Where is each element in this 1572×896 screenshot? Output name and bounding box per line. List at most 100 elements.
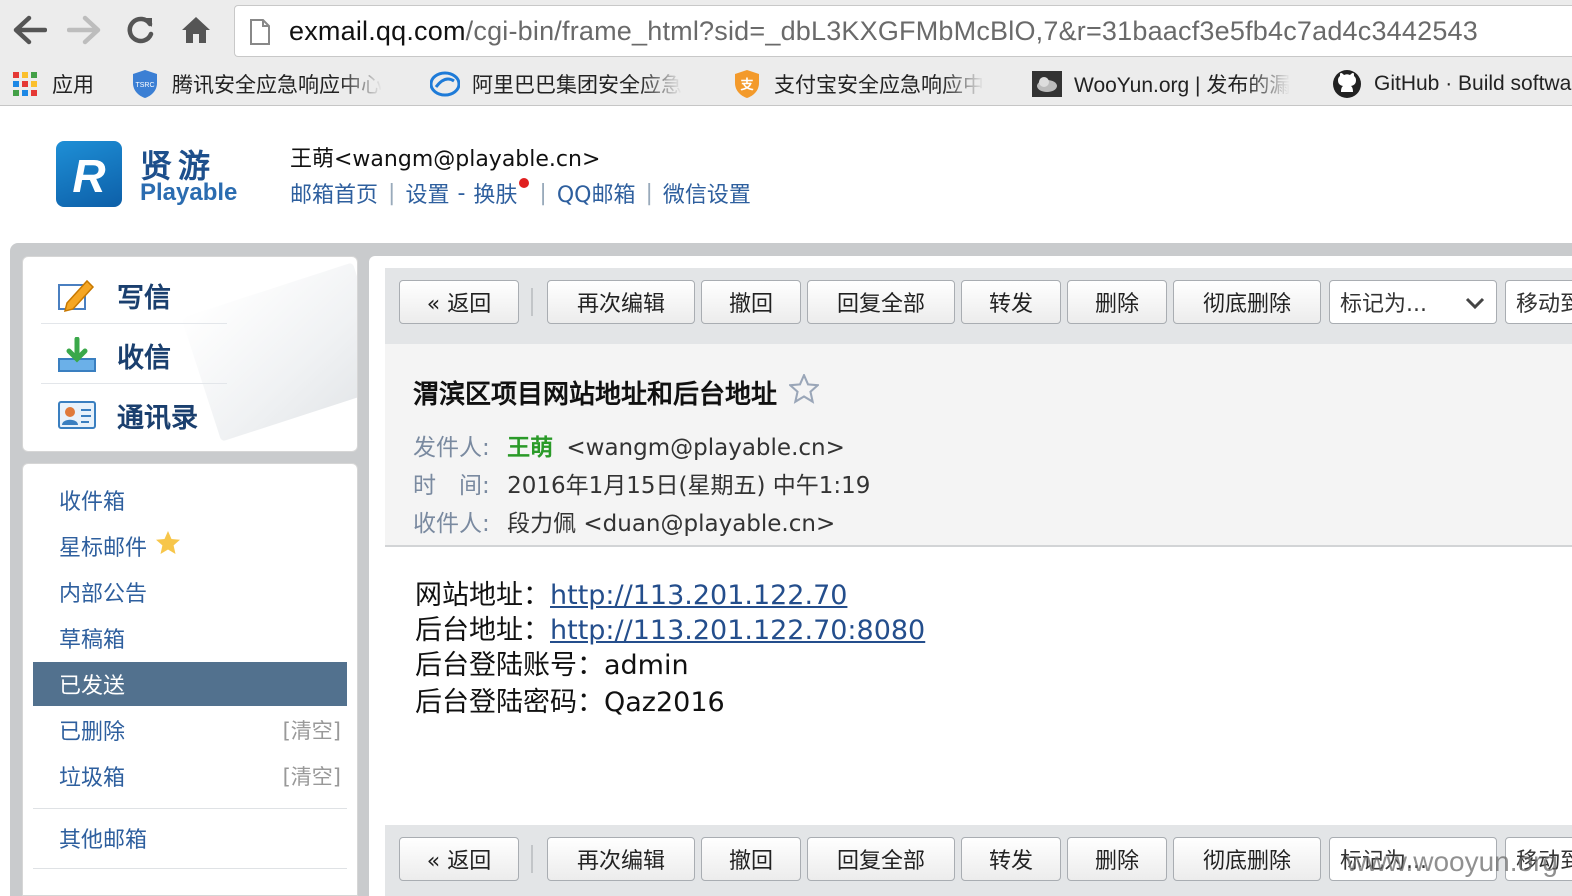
svg-text:TSRC: TSRC: [135, 82, 154, 89]
bookmark-label: 应用: [52, 74, 94, 97]
mailbox-home-link[interactable]: 邮箱首页: [290, 177, 378, 209]
recall-button[interactable]: 撤回: [701, 837, 801, 881]
bookmark-label: GitHub · Build software: [1374, 72, 1572, 95]
header-nav: 邮箱首页 | 设置 - 换肤 | QQ邮箱 | 微信设置: [290, 177, 751, 209]
folder-drafts[interactable]: 草稿箱: [33, 616, 347, 660]
bookmark-wooyun[interactable]: WooYun.org | 发布的漏: [1032, 68, 1306, 100]
admin-account: admin: [604, 650, 689, 681]
inbox-download-icon: [57, 335, 97, 375]
time-row: 时 间: 2016年1月15日(星期五) 中午1:19: [413, 466, 870, 500]
folder-other-mailboxes[interactable]: 其他邮箱: [33, 816, 347, 860]
settings-link[interactable]: 设置: [405, 177, 449, 209]
divider: [41, 383, 227, 384]
website-link[interactable]: http://113.201.122.70: [550, 580, 847, 611]
divider: [33, 808, 347, 809]
divider: [41, 323, 227, 324]
empty-deleted-link[interactable]: [清空]: [283, 715, 341, 745]
bookmark-alibaba[interactable]: 阿里巴巴集团安全应急: [430, 68, 702, 100]
alipay-shield-icon: 支: [732, 69, 762, 99]
body-line: 后台地址：http://113.201.122.70:8080: [415, 615, 926, 646]
edit-again-button[interactable]: 再次编辑: [547, 280, 695, 324]
delete-button[interactable]: 删除: [1067, 837, 1167, 881]
body-line: 后台登陆账号：admin: [415, 650, 689, 681]
notification-dot-icon: [519, 178, 530, 188]
contacts-button[interactable]: 通讯录: [57, 389, 198, 441]
from-label: 发件人:: [413, 435, 490, 461]
wechat-settings-link[interactable]: 微信设置: [663, 177, 751, 209]
move-to-select[interactable]: 移动到: [1505, 280, 1572, 324]
recall-button[interactable]: 撤回: [701, 280, 801, 324]
receive-button[interactable]: 收信: [57, 329, 171, 381]
separator: |: [539, 180, 547, 206]
time-label: 时 间:: [413, 473, 490, 499]
empty-spam-link[interactable]: [清空]: [283, 761, 341, 791]
from-name[interactable]: 王萌: [507, 435, 553, 461]
admin-password: Qaz2016: [604, 687, 725, 718]
alibaba-icon: [430, 69, 460, 99]
delete-button[interactable]: 删除: [1067, 280, 1167, 324]
dash-separator: -: [457, 180, 466, 206]
apps-grid-icon: [10, 69, 40, 99]
separator: |: [645, 180, 653, 206]
reload-icon[interactable]: [122, 12, 158, 48]
to-row: 收件人: 段力佩 <duan@playable.cn>: [413, 504, 835, 538]
star-outline-icon[interactable]: [787, 372, 821, 411]
reply-all-button[interactable]: 回复全部: [807, 280, 955, 324]
bookmark-apps[interactable]: 应用: [10, 68, 94, 100]
url-text: exmail.qq.com/cgi-bin/frame_html?sid=_db…: [289, 16, 1478, 46]
mail-header: R 贤游 Playable 王萌<wangm@playable.cn> 邮箱首页…: [0, 107, 1572, 244]
folder-sent[interactable]: 已发送: [33, 662, 347, 706]
svg-text:支: 支: [739, 77, 754, 93]
subject-text: 渭滨区项目网站地址和后台地址: [413, 380, 778, 410]
folder-starred[interactable]: 星标邮件: [33, 524, 347, 568]
contacts-label: 通讯录: [117, 402, 198, 434]
change-skin-link[interactable]: 换肤: [473, 177, 517, 209]
bookmark-tsrc[interactable]: TSRC 腾讯安全应急响应中心: [130, 68, 394, 100]
message-subject: 渭滨区项目网站地址和后台地址: [413, 372, 821, 411]
svg-text:R: R: [72, 150, 105, 200]
toolbar-separator: [531, 288, 533, 316]
folder-inbox[interactable]: 收件箱: [33, 478, 347, 522]
back-button[interactable]: « 返回: [399, 837, 519, 881]
to-value: 段力佩 <duan@playable.cn>: [507, 511, 836, 537]
home-icon[interactable]: [178, 12, 214, 48]
folder-deleted[interactable]: 已删除 [清空]: [33, 708, 347, 752]
edit-again-button[interactable]: 再次编辑: [547, 837, 695, 881]
body-line: 网站地址：http://113.201.122.70: [415, 580, 848, 611]
mark-as-select[interactable]: 标记为...: [1329, 280, 1497, 324]
forward-button[interactable]: 转发: [961, 280, 1061, 324]
forward-arrow-icon[interactable]: [66, 12, 102, 48]
message-toolbar-top: « 返回 再次编辑 撤回 回复全部 转发 删除 彻底删除 标记为... 移动到: [385, 268, 1572, 344]
folder-spam[interactable]: 垃圾箱 [清空]: [33, 754, 347, 798]
bookmark-alipay[interactable]: 支 支付宝安全应急响应中: [732, 68, 1004, 100]
bookmark-github[interactable]: GitHub · Build software: [1332, 68, 1572, 100]
delete-permanently-button[interactable]: 彻底删除: [1173, 280, 1321, 324]
compose-button[interactable]: 写信: [57, 269, 171, 321]
message-view: « 返回 再次编辑 撤回 回复全部 转发 删除 彻底删除 标记为... 移动到 …: [369, 256, 1572, 896]
back-arrow-icon[interactable]: [12, 12, 48, 48]
company-logo[interactable]: R: [56, 141, 122, 207]
forward-button[interactable]: 转发: [961, 837, 1061, 881]
delete-permanently-button[interactable]: 彻底删除: [1173, 837, 1321, 881]
reply-all-button[interactable]: 回复全部: [807, 837, 955, 881]
compose-pencil-icon: [57, 275, 97, 315]
body-line: 后台登陆密码：Qaz2016: [415, 687, 725, 718]
star-icon: [155, 530, 181, 562]
bookmark-label: 腾讯安全应急响应中心: [172, 74, 382, 97]
from-row: 发件人: 王萌 <wangm@playable.cn>: [413, 428, 845, 462]
page-icon: [249, 18, 271, 50]
github-icon: [1332, 69, 1362, 99]
quick-actions-panel: 写信 收信 通讯录: [22, 256, 358, 452]
back-button[interactable]: « 返回: [399, 280, 519, 324]
admin-link[interactable]: http://113.201.122.70:8080: [550, 615, 925, 646]
separator: |: [388, 180, 396, 206]
to-label: 收件人:: [413, 511, 490, 537]
browser-toolbar: exmail.qq.com/cgi-bin/frame_html?sid=_db…: [0, 0, 1572, 62]
bookmarks-bar: 应用 TSRC 腾讯安全应急响应中心 阿里巴巴集团安全应急 支 支付宝安全应急响…: [0, 62, 1572, 106]
folder-announcements[interactable]: 内部公告: [33, 570, 347, 614]
address-bar[interactable]: exmail.qq.com/cgi-bin/frame_html?sid=_db…: [234, 5, 1572, 57]
qq-mail-link[interactable]: QQ邮箱: [557, 177, 636, 209]
mark-as-label: 标记为...: [1340, 292, 1427, 317]
divider: [33, 868, 347, 869]
watermark: www.wooyun.org: [1346, 846, 1558, 877]
